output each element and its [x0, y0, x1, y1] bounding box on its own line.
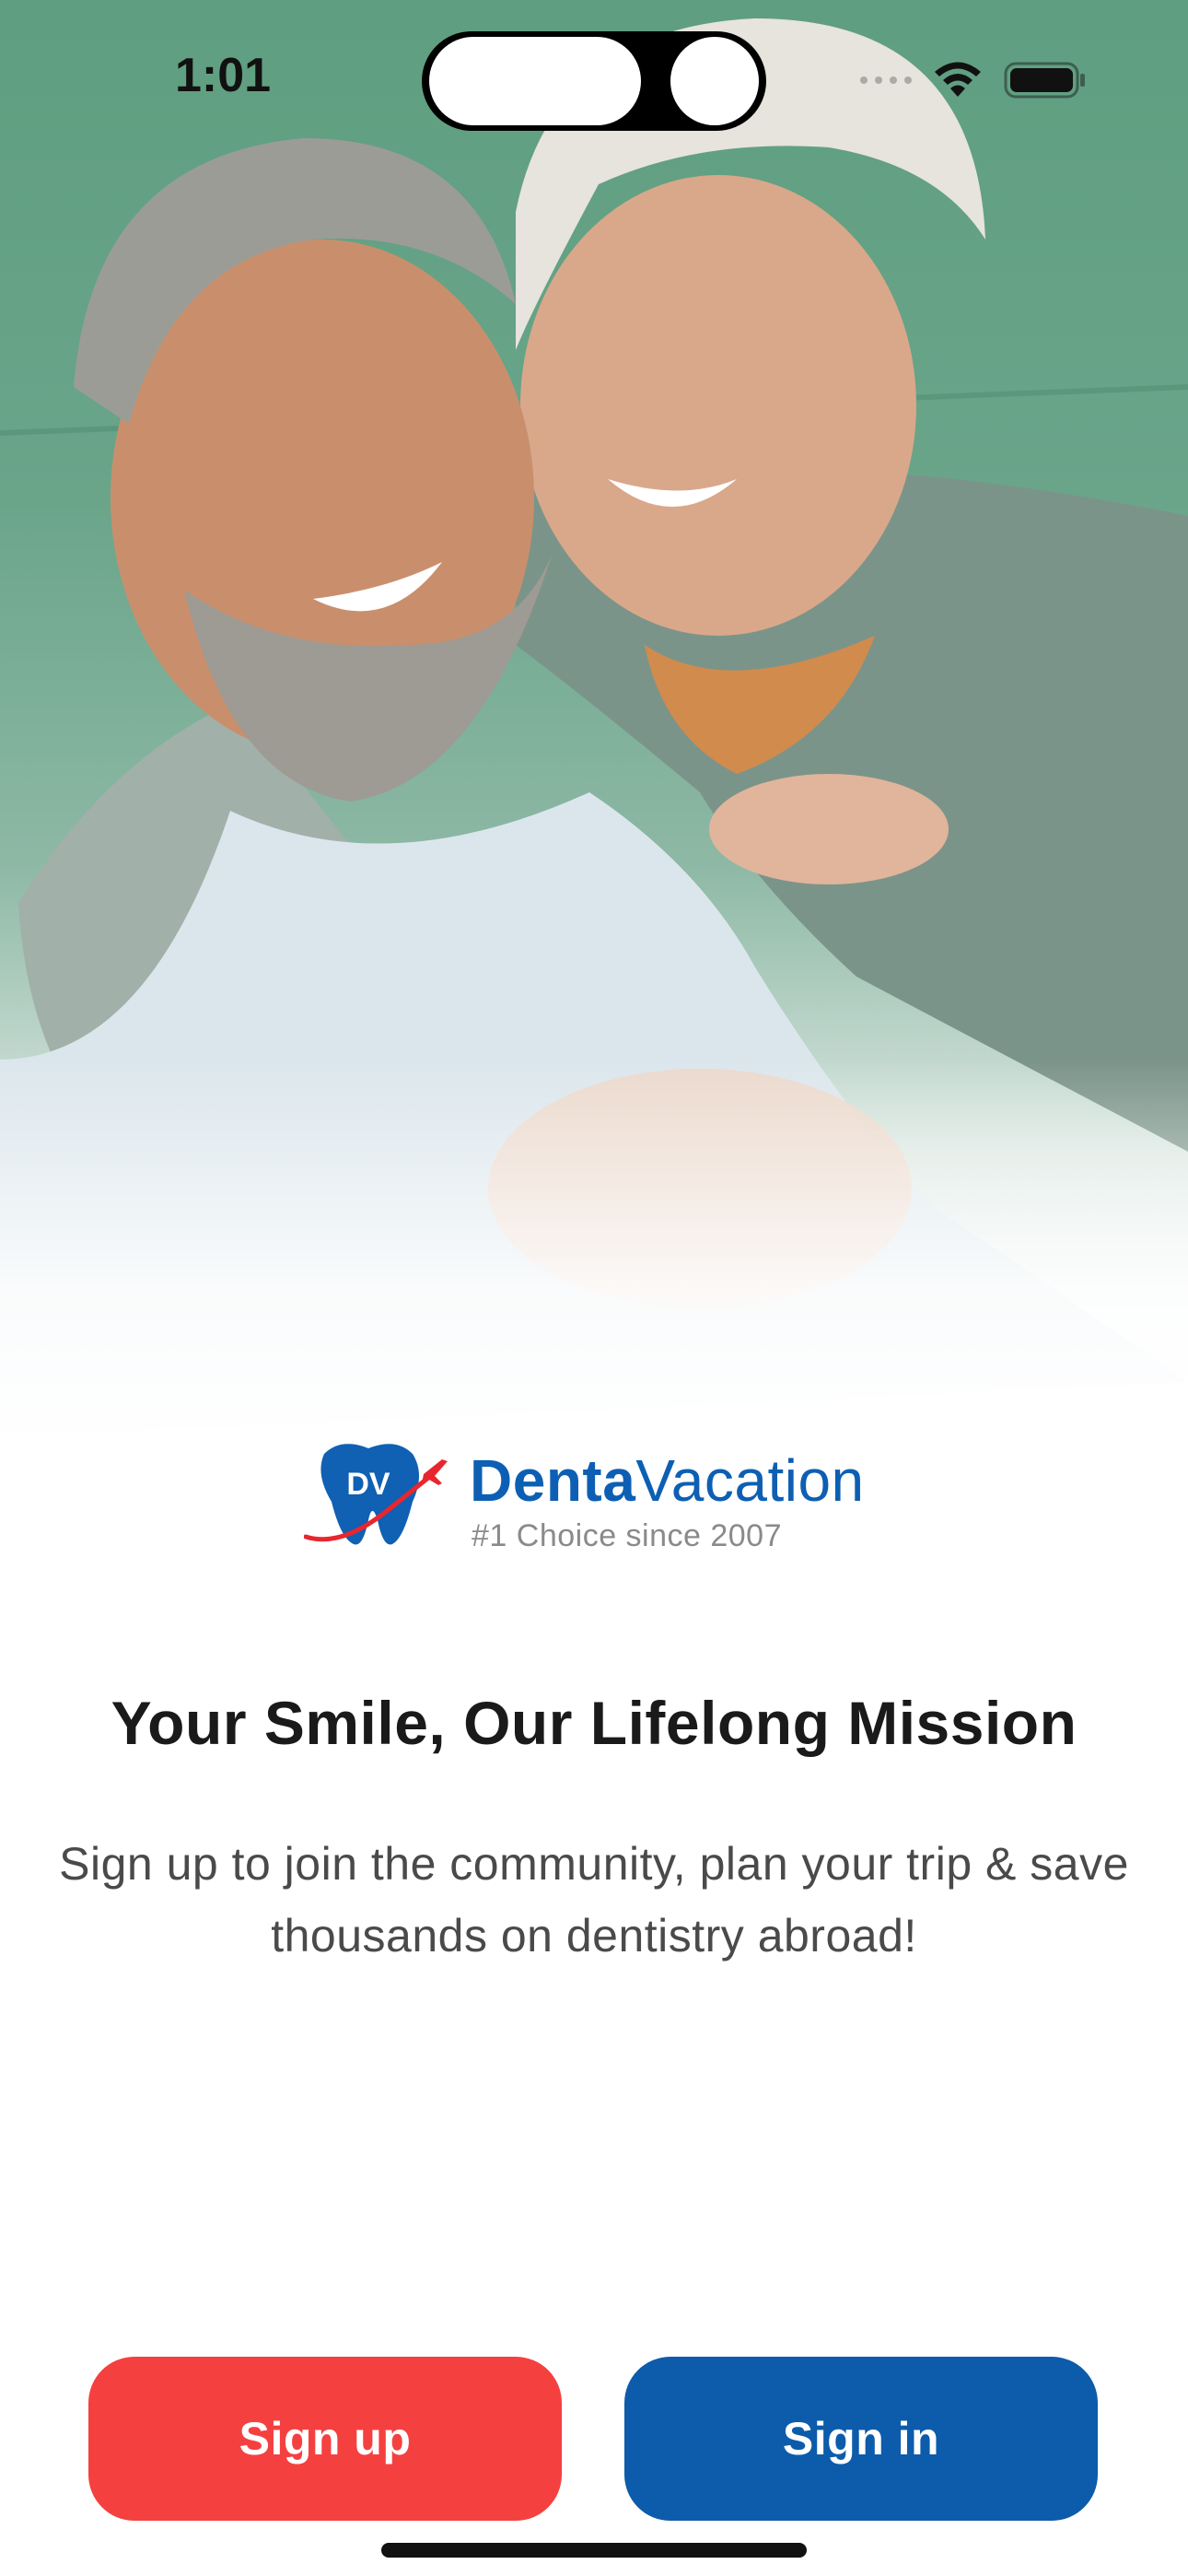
brand-tagline: #1 Choice since 2007	[472, 1518, 783, 1553]
hero-fade-overlay	[0, 1060, 1188, 1437]
tooth-plane-logo-icon: DV	[304, 1444, 448, 1545]
page-headline: Your Smile, Our Lifelong Mission	[111, 1689, 1077, 1757]
island-pill-right	[670, 37, 759, 125]
status-icons	[860, 57, 1087, 103]
sign-in-button[interactable]: Sign in	[624, 2357, 1098, 2521]
page-description: Sign up to join the community, plan your…	[59, 1838, 1129, 1961]
battery-icon	[1004, 62, 1085, 99]
brand-name: DentaVacation	[470, 1446, 865, 1515]
status-time: 1:01	[175, 49, 272, 102]
home-indicator[interactable]	[381, 2543, 807, 2558]
hero-photo	[0, 0, 1188, 1437]
brand-name-light: Vacation	[635, 1447, 865, 1514]
brand-logo: DV DentaVacation #1 Choice since 2007	[304, 1437, 893, 1557]
island-pill-left	[429, 37, 641, 125]
wifi-icon	[935, 62, 981, 97]
signal-dots-icon	[860, 76, 912, 84]
dynamic-island	[422, 31, 766, 131]
brand-name-strong: Denta	[470, 1447, 636, 1514]
welcome-screen: 1:01 DV DentaVacation #1 Choice since 20…	[0, 0, 1188, 2576]
status-bar: 1:01	[0, 0, 1188, 157]
logo-mark-text: DV	[346, 1467, 390, 1502]
sign-up-button[interactable]: Sign up	[88, 2357, 562, 2521]
